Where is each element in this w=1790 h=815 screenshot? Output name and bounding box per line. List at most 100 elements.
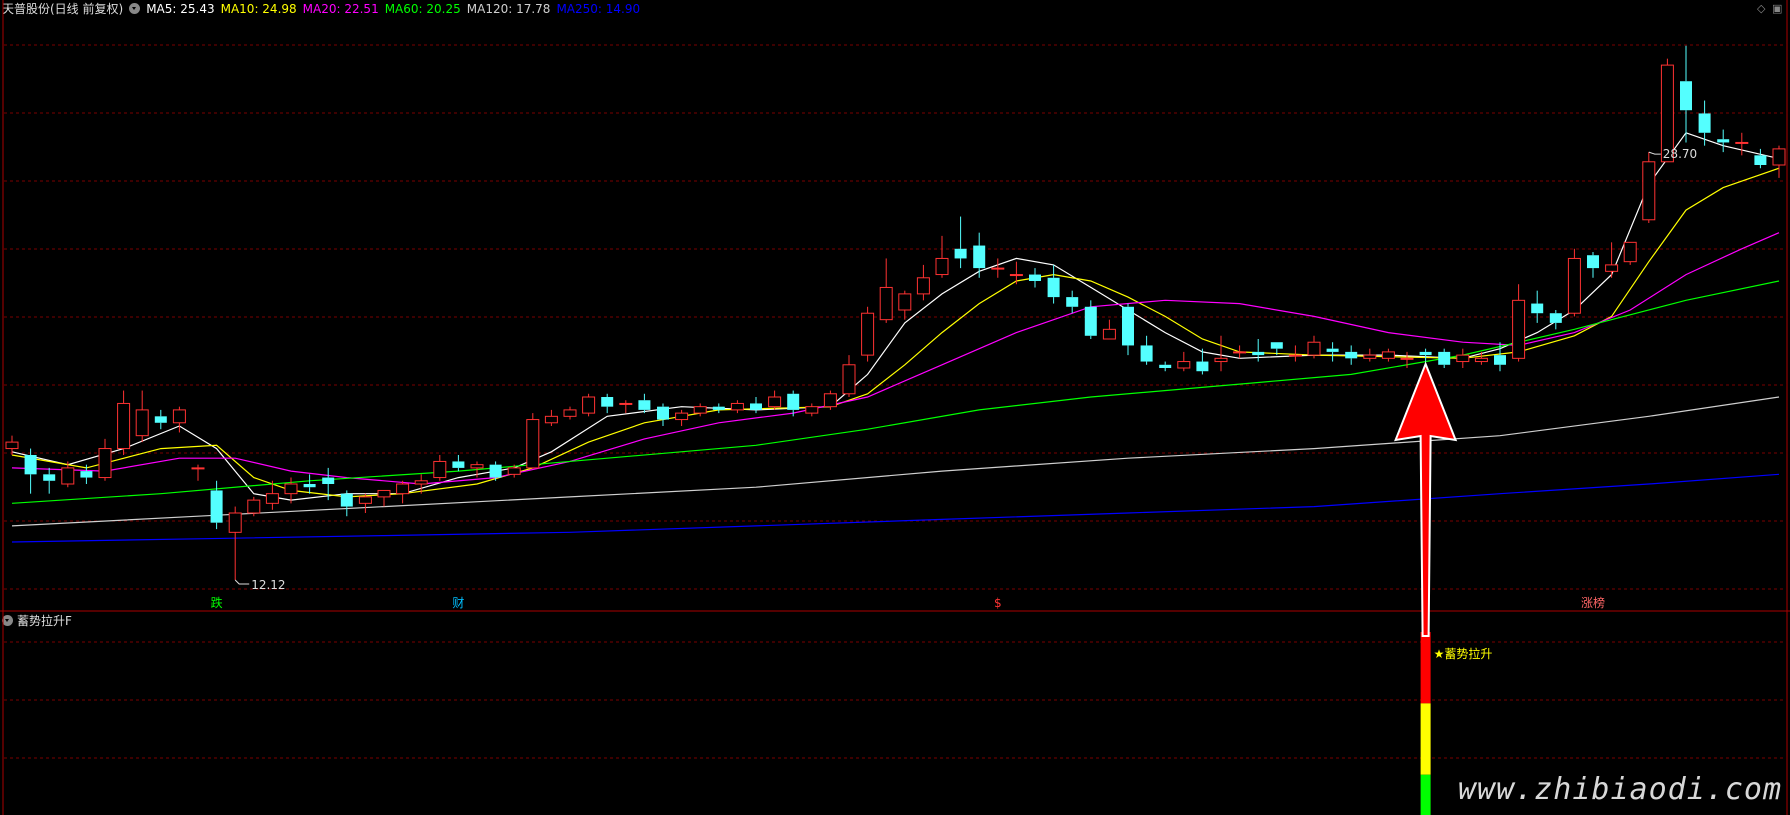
event-marker: $ [994, 596, 1002, 610]
candle-body [1252, 351, 1265, 356]
candle-body [507, 467, 521, 475]
candle-body [5, 441, 19, 450]
candle-body [154, 416, 167, 423]
candle-body [80, 471, 93, 478]
candle-body [1122, 306, 1134, 346]
candle-body [1438, 351, 1451, 365]
candle-body [470, 464, 484, 469]
candle-body [1214, 357, 1228, 363]
candle-body [1567, 257, 1581, 314]
candle-body [712, 406, 725, 410]
candle-body [1642, 161, 1656, 221]
candle-body [1307, 341, 1321, 356]
candle-body [657, 406, 669, 420]
candle-body [1512, 299, 1526, 359]
candle-body [377, 489, 391, 498]
candle-body [1084, 306, 1097, 336]
candle-body [1066, 297, 1079, 307]
candle-body [991, 267, 1005, 270]
candle-body [1717, 139, 1730, 143]
event-marker: 跌 [211, 595, 223, 610]
candle-body [1400, 357, 1414, 360]
candle-body [135, 409, 149, 437]
candle-body [842, 364, 856, 395]
candle-body [1381, 351, 1395, 359]
candle-body [1345, 351, 1358, 359]
watermark: www.zhibiaodi.com [1457, 772, 1782, 807]
candle-body [247, 499, 261, 514]
candle-body [1494, 355, 1506, 365]
candle-body [210, 490, 223, 523]
candle-body [1549, 313, 1562, 323]
candle-body [805, 406, 819, 414]
candle-body [340, 493, 353, 507]
high-pointer [1648, 151, 1661, 155]
event-marker: 财 [452, 596, 464, 610]
candle-body [433, 460, 447, 479]
low-pointer [234, 579, 250, 585]
candle-body [693, 406, 707, 414]
candle-body [1270, 342, 1283, 349]
candle-body [396, 483, 410, 495]
candle-body [1047, 277, 1060, 298]
candle-body [1029, 274, 1041, 281]
candle-body [358, 496, 372, 504]
candle-body [879, 286, 893, 321]
candle-body [1680, 81, 1692, 111]
candle-body [935, 257, 949, 276]
candle-body [1177, 361, 1191, 369]
candle-body [1531, 303, 1544, 314]
candle-body [1288, 354, 1302, 357]
candle-body [1474, 357, 1488, 363]
candle-body [898, 293, 912, 311]
candle-body [322, 477, 335, 484]
candle-body [1363, 354, 1377, 359]
candle-body [1754, 155, 1767, 165]
candle-body [1772, 148, 1786, 166]
candle-body [117, 402, 131, 450]
candle-body [1419, 351, 1432, 356]
candle-body [730, 402, 744, 411]
candle-body [1698, 113, 1711, 133]
candle-body [98, 448, 112, 479]
candle-body [563, 409, 577, 417]
candle-body [638, 400, 651, 410]
low-price-label: 12.12 [251, 578, 285, 592]
candle-body [1233, 351, 1247, 354]
event-marker: 涨榜 [1581, 595, 1605, 610]
candle-body [43, 474, 56, 481]
ma-line-ma250 [11, 473, 1780, 543]
signal-bar-segment [1420, 632, 1431, 704]
candle-body [452, 461, 465, 468]
candle-body [954, 248, 967, 259]
candle-body [303, 484, 316, 488]
candle-body [1623, 241, 1637, 263]
high-price-label: 28.70 [1663, 147, 1697, 161]
candle-body [675, 412, 689, 421]
candle-body [544, 415, 558, 424]
candle-body [1326, 348, 1339, 352]
signal-bar-segment [1420, 703, 1431, 775]
candle-body [24, 455, 37, 475]
signal-label: ★蓄势拉升 [1434, 646, 1493, 661]
candle-body [973, 245, 986, 269]
candle-body [172, 409, 186, 424]
candle-body [619, 402, 633, 405]
candle-body [1196, 361, 1209, 372]
candle-body [1587, 255, 1599, 269]
candle-body [489, 464, 502, 478]
candle-body [601, 397, 614, 407]
candle-body [414, 480, 428, 485]
candle-body [61, 467, 75, 485]
candle-body [1456, 354, 1470, 363]
candle-body [582, 396, 596, 414]
candle-body [1140, 345, 1153, 362]
candle-body [787, 393, 800, 410]
candle-body [1159, 364, 1172, 368]
candle-body [916, 277, 930, 295]
candle-body [1102, 328, 1116, 340]
candle-body [191, 467, 205, 470]
ma-line-ma120 [11, 396, 1780, 527]
kline-chart[interactable]: 28.70 12.12 跌 财 $ 涨榜 ★蓄势拉升 [0, 0, 1790, 815]
candle-body [1009, 274, 1023, 277]
